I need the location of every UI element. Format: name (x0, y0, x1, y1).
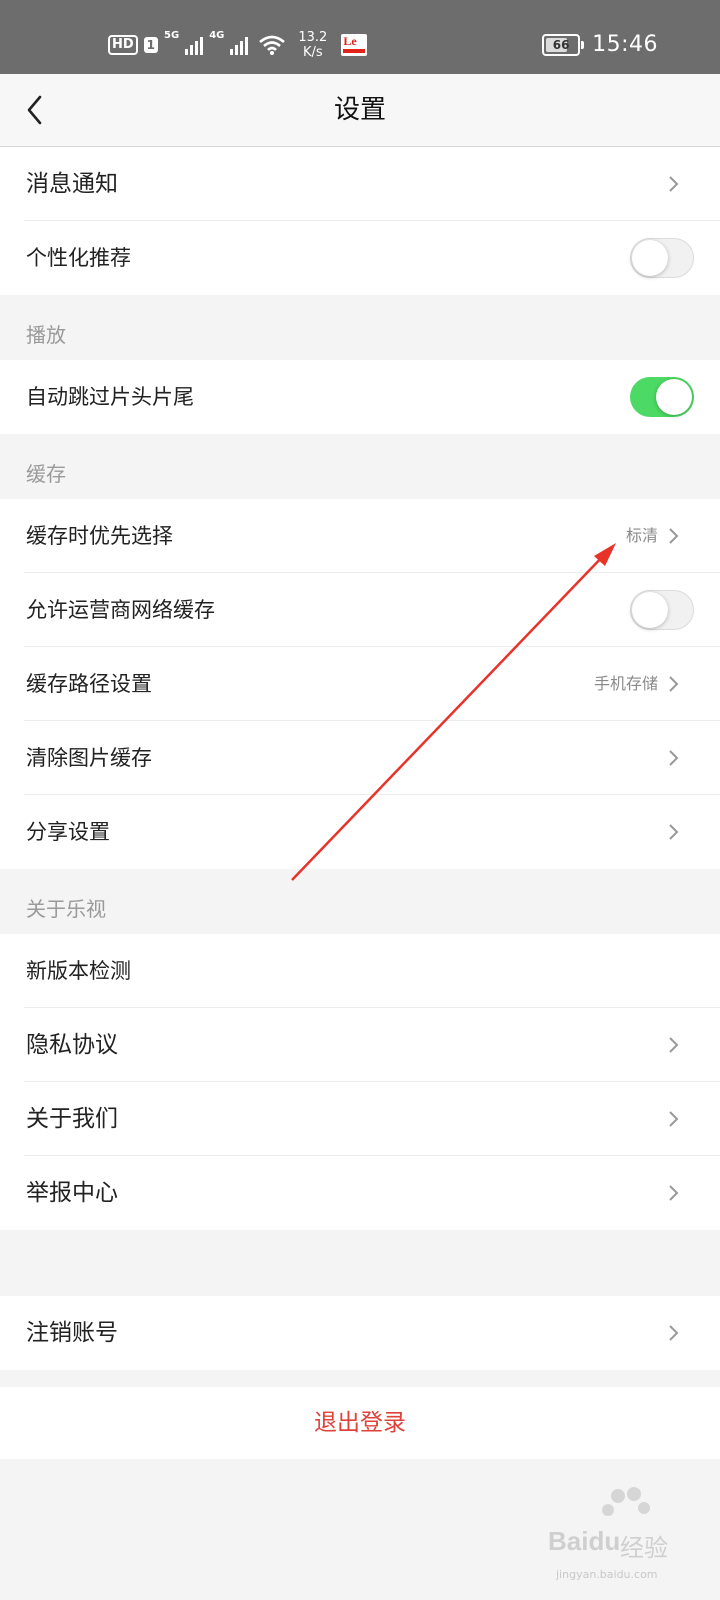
settings-group-about: 新版本检测 隐私协议 关于我们 举报中心 (0, 934, 720, 1230)
app-badge-bar (343, 49, 366, 53)
signal-strength-icon (185, 35, 204, 55)
setting-label: 缓存路径设置 (26, 672, 152, 696)
battery-tip (581, 40, 585, 49)
setting-label: 消息通知 (26, 171, 118, 197)
setting-version-check[interactable]: 新版本检测 (0, 934, 720, 1008)
setting-about-us[interactable]: 关于我们 (0, 1082, 720, 1156)
battery-icon: 66 (542, 33, 585, 56)
status-bar: HD 1 5G 4G 13.2 K/s Le 66 15:46 (0, 0, 720, 74)
setting-label: 允许运营商网络缓存 (26, 598, 215, 622)
clock: 15:46 (592, 32, 658, 57)
letv-app-notification-icon: Le (341, 34, 368, 56)
setting-cache-path[interactable]: 缓存路径设置 手机存储 (0, 647, 720, 721)
network-speed-unit: K/s (303, 45, 323, 60)
setting-report-center[interactable]: 举报中心 (0, 1156, 720, 1230)
auto-skip-toggle[interactable] (630, 377, 694, 417)
setting-label: 清除图片缓存 (26, 746, 152, 770)
toggle-knob (656, 379, 692, 415)
setting-delete-account[interactable]: 注销账号 (0, 1296, 720, 1370)
toggle-knob (632, 592, 668, 628)
chevron-right-icon (669, 1037, 679, 1053)
app-badge-text: Le (343, 34, 357, 48)
cache-quality-value: 标清 (625, 526, 658, 545)
setting-label: 分享设置 (26, 820, 110, 844)
chevron-right-icon (669, 1325, 679, 1341)
setting-label: 关于我们 (26, 1106, 118, 1132)
setting-carrier-network-cache: 允许运营商网络缓存 (0, 573, 720, 647)
wifi-icon (259, 35, 286, 55)
setting-clear-image-cache[interactable]: 清除图片缓存 (0, 721, 720, 795)
chevron-right-icon (669, 676, 679, 692)
setting-label: 个性化推荐 (26, 246, 131, 270)
network-type-1: 5G (164, 30, 180, 41)
logout-button[interactable]: 退出登录 (0, 1387, 720, 1459)
signal-strength-icon-2 (230, 35, 249, 55)
chevron-right-icon (669, 528, 679, 544)
chevron-right-icon (669, 176, 679, 192)
setting-label: 注销账号 (26, 1320, 118, 1346)
setting-label: 自动跳过片头片尾 (26, 385, 194, 409)
setting-privacy-policy[interactable]: 隐私协议 (0, 1008, 720, 1082)
setting-label: 隐私协议 (26, 1032, 118, 1058)
setting-notifications[interactable]: 消息通知 (0, 147, 720, 221)
status-left: HD 1 5G 4G 13.2 K/s Le (108, 30, 368, 60)
status-right: 66 15:46 (542, 32, 658, 57)
setting-label: 新版本检测 (26, 959, 131, 983)
setting-personalized-recommend: 个性化推荐 (0, 221, 720, 295)
watermark-url: jingyan.baidu.com (556, 1568, 658, 1581)
network-speed: 13.2 K/s (298, 30, 327, 60)
setting-label: 缓存时优先选择 (26, 524, 173, 548)
toggle-knob (632, 240, 668, 276)
network-type-2: 4G (209, 30, 225, 41)
watermark-brand: Baidu (548, 1526, 621, 1556)
chevron-right-icon (669, 1185, 679, 1201)
settings-group-cache: 缓存时优先选择 标清 允许运营商网络缓存 缓存路径设置 手机存储 清除图片缓存 … (0, 499, 720, 869)
settings-group-general: 消息通知 个性化推荐 (0, 147, 720, 295)
chevron-right-icon (669, 1111, 679, 1127)
carrier-network-cache-toggle[interactable] (630, 590, 694, 630)
setting-label: 举报中心 (26, 1180, 118, 1206)
nav-bar: 设置 (0, 74, 720, 147)
setting-cache-quality[interactable]: 缓存时优先选择 标清 (0, 499, 720, 573)
battery-level: 66 (552, 37, 570, 52)
personalized-recommend-toggle[interactable] (630, 238, 694, 278)
sim-indicator: 1 (143, 37, 159, 53)
cache-path-value: 手机存储 (593, 674, 658, 693)
setting-share[interactable]: 分享设置 (0, 795, 720, 869)
hd-voice-icon: HD (108, 35, 138, 55)
section-header-play: 播放 (26, 323, 66, 347)
setting-auto-skip: 自动跳过片头片尾 (0, 360, 720, 434)
settings-group-account: 注销账号 (0, 1296, 720, 1370)
network-speed-value: 13.2 (298, 30, 328, 45)
section-header-cache: 缓存 (26, 462, 66, 486)
page-title: 设置 (333, 95, 386, 125)
settings-group-play: 自动跳过片头片尾 (0, 360, 720, 434)
chevron-right-icon (669, 824, 679, 840)
chevron-right-icon (669, 750, 679, 766)
watermark-brand-cn: 经验 (620, 1534, 668, 1562)
section-header-about: 关于乐视 (26, 897, 106, 921)
